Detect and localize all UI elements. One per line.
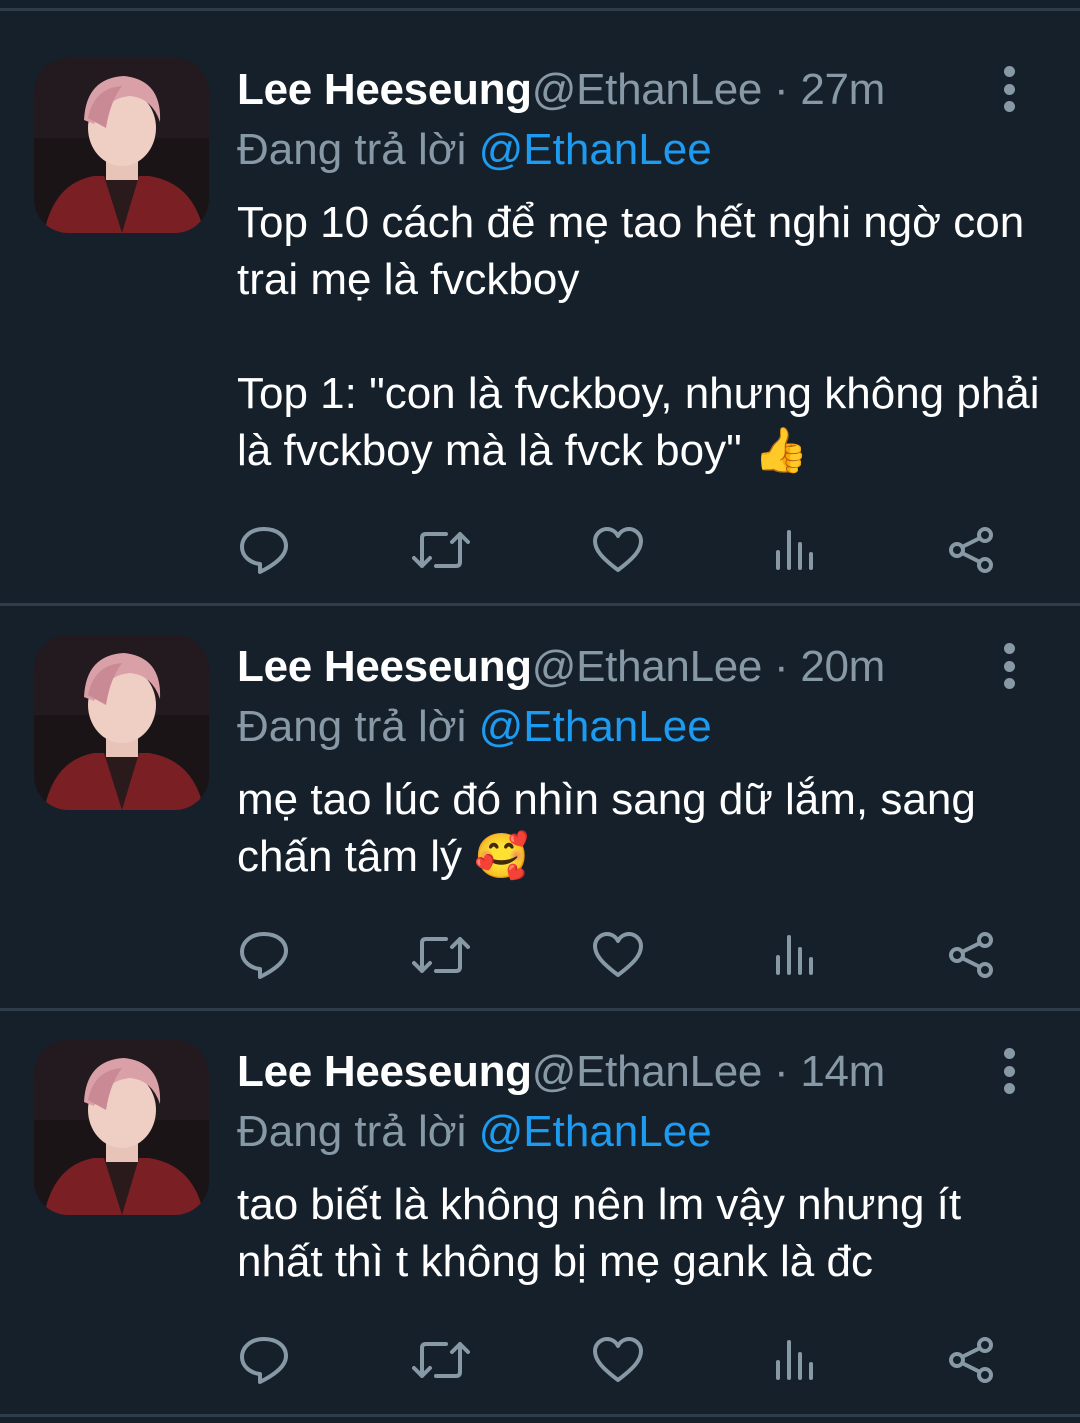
like-icon[interactable]	[588, 520, 648, 580]
replying-to: Đang trả lời @EthanLee	[237, 1104, 712, 1160]
divider	[0, 1008, 1080, 1011]
replying-to: Đang trả lời @EthanLee	[237, 122, 712, 178]
display-name[interactable]: Lee Heeseung	[237, 65, 532, 114]
tweet-feed: Lee Heeseung@EthanLee · 27m Đang trả lời…	[0, 0, 1080, 1423]
avatar[interactable]	[34, 635, 209, 810]
separator-dot: ·	[762, 65, 801, 114]
user-handle[interactable]: @EthanLee	[532, 65, 763, 114]
reply-icon[interactable]	[234, 520, 294, 580]
tweet-header: Lee Heeseung@EthanLee · 20m	[237, 639, 885, 695]
timestamp[interactable]: 20m	[800, 642, 885, 691]
retweet-icon[interactable]	[411, 925, 471, 985]
divider	[0, 1414, 1080, 1417]
share-icon[interactable]	[941, 1330, 1001, 1390]
more-options-icon[interactable]	[996, 1048, 1022, 1094]
separator-dot: ·	[762, 1047, 801, 1096]
replying-to-label: Đang trả lời	[237, 125, 479, 174]
tweet-header: Lee Heeseung@EthanLee · 27m	[237, 62, 885, 118]
share-icon[interactable]	[941, 520, 1001, 580]
retweet-icon[interactable]	[411, 1330, 471, 1390]
reply-icon[interactable]	[234, 925, 294, 985]
mention-link[interactable]: @EthanLee	[479, 125, 712, 174]
avatar[interactable]	[34, 1040, 209, 1215]
divider	[0, 8, 1080, 11]
more-options-icon[interactable]	[996, 66, 1022, 112]
tweet-text: Top 10 cách để mẹ tao hết nghi ngờ con t…	[237, 198, 1040, 475]
tweet-text: mẹ tao lúc đó nhìn sang dữ lắm, sang chấ…	[237, 775, 989, 881]
tweet-header: Lee Heeseung@EthanLee · 14m	[237, 1044, 885, 1100]
like-icon[interactable]	[588, 1330, 648, 1390]
action-bar	[0, 1330, 1080, 1390]
action-bar	[0, 925, 1080, 985]
like-icon[interactable]	[588, 925, 648, 985]
mention-link[interactable]: @EthanLee	[479, 1107, 712, 1156]
timestamp[interactable]: 27m	[800, 65, 885, 114]
replying-to: Đang trả lời @EthanLee	[237, 699, 712, 755]
timestamp[interactable]: 14m	[800, 1047, 885, 1096]
action-bar	[0, 520, 1080, 580]
display-name[interactable]: Lee Heeseung	[237, 1047, 532, 1096]
share-icon[interactable]	[941, 925, 1001, 985]
user-handle[interactable]: @EthanLee	[532, 1047, 763, 1096]
reply-icon[interactable]	[234, 1330, 294, 1390]
display-name[interactable]: Lee Heeseung	[237, 642, 532, 691]
divider	[0, 603, 1080, 606]
analytics-icon[interactable]	[764, 925, 824, 985]
avatar[interactable]	[34, 58, 209, 233]
analytics-icon[interactable]	[764, 520, 824, 580]
separator-dot: ·	[762, 642, 801, 691]
replying-to-label: Đang trả lời	[237, 1107, 479, 1156]
tweet-text: tao biết là không nên lm vậy nhưng ít nh…	[237, 1180, 974, 1286]
retweet-icon[interactable]	[411, 520, 471, 580]
replying-to-label: Đang trả lời	[237, 702, 479, 751]
user-handle[interactable]: @EthanLee	[532, 642, 763, 691]
analytics-icon[interactable]	[764, 1330, 824, 1390]
mention-link[interactable]: @EthanLee	[479, 702, 712, 751]
more-options-icon[interactable]	[996, 643, 1022, 689]
